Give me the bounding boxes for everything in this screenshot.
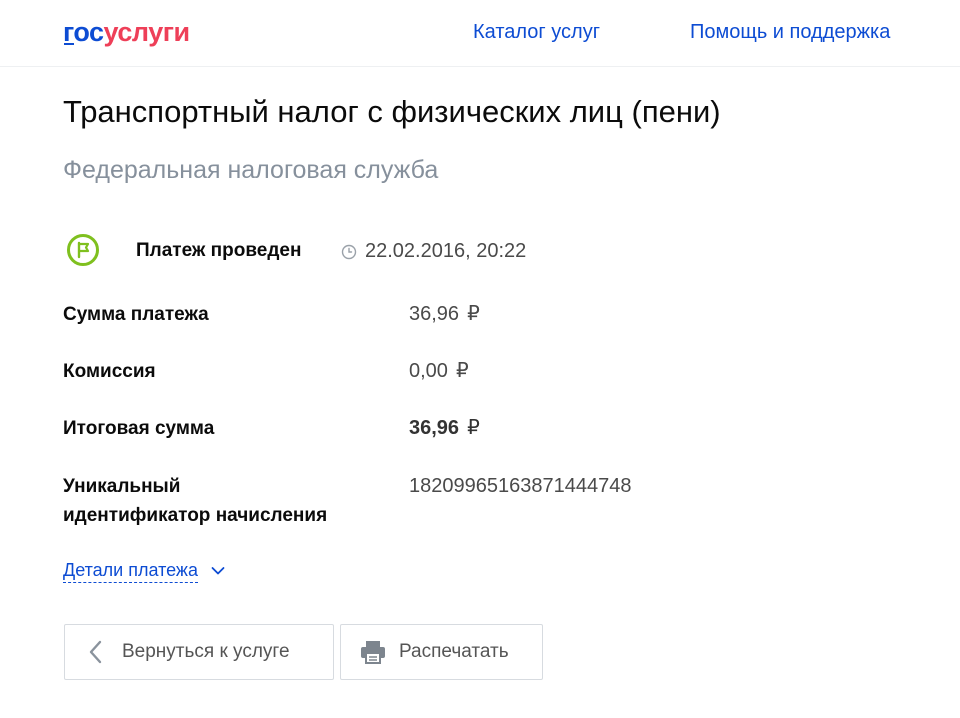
status-datetime: 22.02.2016, 20:22: [365, 240, 527, 262]
status-label: Платеж проведен: [136, 240, 302, 261]
ruble-sign: ₽: [467, 417, 480, 439]
payment-details-toggle[interactable]: Детали платежа: [63, 558, 225, 583]
gosuslugi-logo[interactable]: госуслуги: [63, 17, 190, 47]
amount-label: Сумма платежа: [63, 304, 209, 325]
ruble-sign: ₽: [467, 303, 480, 325]
uin-label-line1: Уникальный: [63, 476, 181, 497]
logo-part-uslugi: услуги: [103, 17, 191, 47]
total-number: 36,96: [409, 417, 460, 439]
commission-label: Комиссия: [63, 361, 156, 382]
clock-icon: [341, 244, 357, 260]
printer-icon: [361, 641, 385, 664]
top-header: госуслуги Каталог услуг Помощь и поддерж…: [0, 0, 960, 67]
chevron-down-icon: [211, 566, 225, 574]
flag-circle-icon: [67, 234, 99, 266]
uin-label: Уникальный идентификатор начисления: [63, 472, 327, 530]
page-title: Транспортный налог с физических лиц (пен…: [63, 94, 721, 129]
back-to-service-label: Вернуться к услуге: [122, 641, 290, 662]
total-value: 36,96 ₽: [409, 414, 480, 443]
chevron-left-icon: [89, 640, 102, 664]
uin-value: 18209965163871444748: [409, 475, 632, 497]
nav-catalog-link[interactable]: Каталог услуг: [473, 20, 600, 44]
total-label: Итоговая сумма: [63, 418, 215, 439]
back-to-service-button[interactable]: Вернуться к услуге: [64, 624, 334, 680]
uin-label-line2: идентификатор начисления: [63, 505, 328, 526]
logo-underline: [64, 43, 74, 45]
print-label: Распечатать: [399, 641, 509, 662]
commission-value: 0,00 ₽: [409, 357, 469, 386]
commission-number: 0,00: [409, 360, 448, 382]
ruble-sign: ₽: [455, 360, 469, 382]
payment-details-label: Детали платежа: [63, 558, 198, 583]
amount-number: 36,96: [409, 303, 460, 325]
print-button[interactable]: Распечатать: [340, 624, 543, 680]
amount-value: 36,96 ₽: [409, 300, 480, 329]
nav-help-link[interactable]: Помощь и поддержка: [690, 20, 890, 44]
page-subtitle: Федеральная налоговая служба: [63, 156, 439, 184]
